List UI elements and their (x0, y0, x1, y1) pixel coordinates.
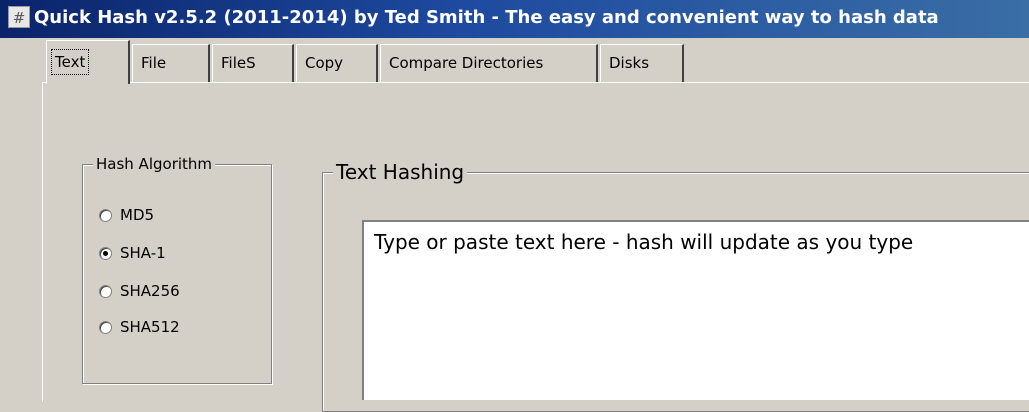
tab-file[interactable]: File (132, 44, 210, 82)
tab-files[interactable]: FileS (212, 44, 294, 82)
tab-compare-directories-label: Compare Directories (389, 54, 544, 72)
tab-disks-label: Disks (609, 54, 650, 72)
tab-copy[interactable]: Copy (296, 44, 378, 82)
title-bar: # Quick Hash v2.5.2 (2011-2014) by Ted S… (0, 0, 1029, 38)
hash-icon[interactable]: # (8, 6, 30, 28)
window-title: Quick Hash v2.5.2 (2011-2014) by Ted Smi… (34, 7, 939, 28)
tab-panel-text (42, 82, 1029, 402)
tab-copy-label: Copy (305, 54, 344, 72)
tab-text-label: Text (51, 49, 90, 75)
tab-text[interactable]: Text (46, 40, 130, 84)
tab-compare-directories[interactable]: Compare Directories (380, 44, 598, 82)
tab-files-label: FileS (221, 54, 256, 72)
tab-file-label: File (141, 54, 167, 72)
tab-disks[interactable]: Disks (600, 44, 684, 82)
